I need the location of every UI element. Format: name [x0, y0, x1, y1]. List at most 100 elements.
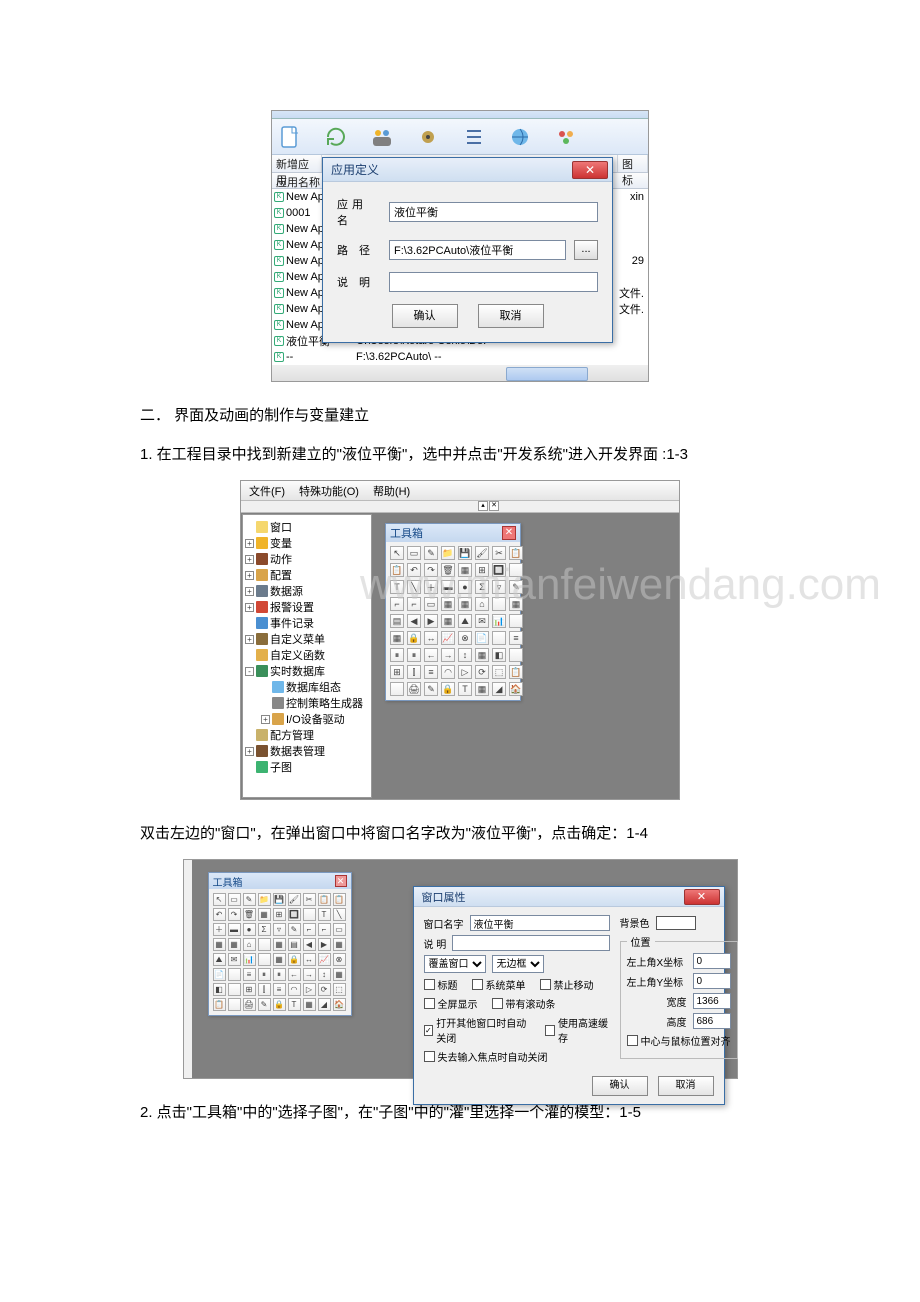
tool-icon[interactable] — [390, 682, 404, 696]
cb-fastcache[interactable]: 使用高速缓存 — [545, 1015, 609, 1045]
tool-icon[interactable]: ⊗ — [458, 631, 472, 645]
tool-icon[interactable]: ↖ — [213, 893, 226, 906]
tool-icon[interactable]: ▿ — [273, 923, 286, 936]
tool-icon[interactable]: ⬚ — [492, 665, 506, 679]
tool-icon[interactable] — [492, 597, 506, 611]
tool-icon[interactable]: ⏸ — [390, 648, 404, 662]
tool-icon[interactable]: ▦ — [258, 908, 271, 921]
tool-icon[interactable]: ● — [458, 580, 472, 594]
tool-icon[interactable]: Σ — [475, 580, 489, 594]
tool-icon[interactable]: 📊 — [243, 953, 256, 966]
expand-icon[interactable]: + — [245, 539, 254, 548]
tool-icon[interactable]: ⫿ — [258, 983, 271, 996]
menu-file[interactable]: 文件(F) — [249, 483, 285, 499]
tool-icon[interactable]: 🔒 — [273, 998, 286, 1011]
tool-icon[interactable]: ✎ — [509, 580, 523, 594]
tool-icon[interactable]: ≡ — [273, 983, 286, 996]
tool-icon[interactable] — [492, 631, 506, 645]
tool-icon[interactable]: ◠ — [441, 665, 455, 679]
tool-icon[interactable]: ＋ — [213, 923, 226, 936]
expand-icon[interactable]: + — [245, 587, 254, 596]
ok-button[interactable]: 确认 — [392, 304, 458, 328]
dialog-titlebar[interactable]: 应用定义 ✕ — [323, 158, 612, 182]
group-icon[interactable] — [554, 125, 578, 149]
cb-autoclose-focus[interactable]: 失去输入焦点时自动关闭 — [424, 1049, 548, 1064]
tool-icon[interactable]: ▭ — [407, 546, 421, 560]
tool-icon[interactable]: ⌐ — [303, 923, 316, 936]
tool-icon[interactable]: ⏸ — [273, 968, 286, 981]
tool-icon[interactable]: ⌐ — [318, 923, 331, 936]
tool-icon[interactable]: ✎ — [288, 923, 301, 936]
tool-icon[interactable]: ⊞ — [243, 983, 256, 996]
tool-icon[interactable]: ≡ — [509, 631, 523, 645]
new-icon[interactable] — [278, 125, 302, 149]
tool-icon[interactable]: 📋 — [333, 893, 346, 906]
refresh-icon[interactable] — [324, 125, 348, 149]
expand-icon[interactable]: + — [245, 635, 254, 644]
tool-icon[interactable]: 🖨 — [243, 998, 256, 1011]
tool-icon[interactable]: ✎ — [258, 998, 271, 1011]
tool-icon[interactable]: ▦ — [475, 682, 489, 696]
tree-node[interactable]: 自定义函数 — [245, 647, 369, 663]
tool-icon[interactable]: ▷ — [303, 983, 316, 996]
tool-icon[interactable]: ⏸ — [407, 648, 421, 662]
tool-icon[interactable]: ▿ — [492, 580, 506, 594]
tool-icon[interactable]: ▶ — [318, 938, 331, 951]
tool-icon[interactable]: 🖌 — [475, 546, 489, 560]
tool-icon[interactable]: 📋 — [213, 998, 226, 1011]
tool-icon[interactable]: ▬ — [441, 580, 455, 594]
ok-button[interactable]: 确认 — [592, 1076, 648, 1096]
cb-fullscreen[interactable]: 全屏显示 — [424, 996, 478, 1011]
tool-icon[interactable]: ⌐ — [390, 597, 404, 611]
expand-icon[interactable]: + — [245, 747, 254, 756]
tool-icon[interactable]: ≡ — [424, 665, 438, 679]
tool-icon[interactable]: ╲ — [407, 580, 421, 594]
border-select[interactable]: 无边框 — [492, 955, 544, 973]
tool-icon[interactable]: → — [441, 648, 455, 662]
tool-icon[interactable]: T — [288, 998, 301, 1011]
tool-icon[interactable]: ╲ — [333, 908, 346, 921]
tool-icon[interactable]: ▦ — [333, 968, 346, 981]
tool-icon[interactable]: ↷ — [424, 563, 438, 577]
menu-help[interactable]: 帮助(H) — [373, 483, 410, 499]
tool-icon[interactable]: ⏸ — [258, 968, 271, 981]
list-icon[interactable] — [462, 125, 486, 149]
height-input[interactable] — [693, 1013, 731, 1029]
tool-icon[interactable] — [258, 938, 271, 951]
gear-icon[interactable] — [416, 125, 440, 149]
tool-icon[interactable] — [509, 614, 523, 628]
tool-icon[interactable]: ↷ — [228, 908, 241, 921]
tool-icon[interactable] — [228, 983, 241, 996]
tool-icon[interactable]: ▦ — [458, 597, 472, 611]
tool-icon[interactable]: ▤ — [288, 938, 301, 951]
cb-center[interactable]: 中心与鼠标位置对齐 — [627, 1033, 731, 1048]
tool-icon[interactable]: ◢ — [318, 998, 331, 1011]
tool-icon[interactable]: 📋 — [390, 563, 404, 577]
close-pane-icon[interactable]: ✕ — [489, 501, 499, 511]
tool-icon[interactable] — [228, 968, 241, 981]
tool-icon[interactable]: 📁 — [258, 893, 271, 906]
tool-icon[interactable]: ✂ — [492, 546, 506, 560]
tool-icon[interactable]: ⊗ — [333, 953, 346, 966]
tree-node[interactable]: +自定义菜单 — [245, 631, 369, 647]
tree-node[interactable]: 窗口 — [245, 519, 369, 535]
close-icon[interactable]: ✕ — [335, 875, 347, 887]
tool-icon[interactable]: ▦ — [475, 648, 489, 662]
tool-icon[interactable]: ▭ — [424, 597, 438, 611]
toolbox-panel[interactable]: 工具箱 ✕ ↖▭✎📁💾🖌✂📋📋↶↷🗑▦⊞🔲T╲＋▬●Σ▿✎⌐⌐▭▦▦⌂▦▤◀▶▦… — [208, 872, 352, 1016]
tool-icon[interactable]: ← — [288, 968, 301, 981]
desc-input[interactable] — [452, 935, 609, 951]
window-type-select[interactable]: 覆盖窗口 — [424, 955, 486, 973]
tool-icon[interactable]: ▦ — [228, 938, 241, 951]
tool-icon[interactable]: 📋 — [318, 893, 331, 906]
tree-node[interactable]: +数据表管理 — [245, 743, 369, 759]
tool-icon[interactable]: ▦ — [273, 953, 286, 966]
tool-icon[interactable]: ⊞ — [390, 665, 404, 679]
tool-icon[interactable]: 🔒 — [288, 953, 301, 966]
tool-icon[interactable]: ◢ — [492, 682, 506, 696]
cb-scroll[interactable]: 带有滚动条 — [492, 996, 556, 1011]
tool-icon[interactable]: 📈 — [441, 631, 455, 645]
tool-icon[interactable]: ✉ — [228, 953, 241, 966]
browse-button[interactable]: ... — [574, 240, 598, 260]
tool-icon[interactable]: 🔒 — [407, 631, 421, 645]
